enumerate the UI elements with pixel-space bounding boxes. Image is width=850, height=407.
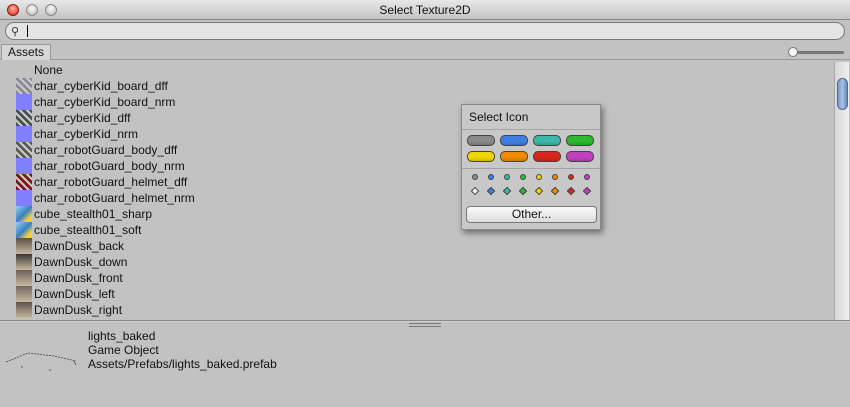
list-item-label: char_robotGuard_body_dff bbox=[34, 143, 178, 157]
text-caret bbox=[27, 25, 28, 37]
label-icon-2[interactable] bbox=[533, 135, 561, 146]
dot-icon-0[interactable] bbox=[472, 174, 478, 180]
diamond-icon-1[interactable] bbox=[486, 186, 496, 196]
list-item-label: DawnDusk_back bbox=[34, 239, 125, 253]
preview-path: Assets/Prefabs/lights_baked.prefab bbox=[88, 357, 277, 371]
list-item-label: cube_stealth01_sharp bbox=[34, 207, 153, 221]
list-item-label: char_robotGuard_helmet_dff bbox=[34, 175, 188, 189]
label-icon-3[interactable] bbox=[566, 135, 594, 146]
dot-icon-5[interactable] bbox=[552, 174, 558, 180]
dot-icon-6[interactable] bbox=[568, 174, 574, 180]
list-item-label: cube_stealth01_soft bbox=[34, 223, 142, 237]
diamond-icon-3[interactable] bbox=[518, 186, 528, 196]
list-item[interactable]: cube_stealth01_soft bbox=[0, 222, 834, 238]
list-item-label: char_robotGuard_body_nrm bbox=[34, 159, 185, 173]
list-item[interactable]: DawnDusk_front bbox=[0, 270, 834, 286]
dot-icon-4[interactable] bbox=[536, 174, 542, 180]
tab-assets[interactable]: Assets bbox=[1, 44, 52, 60]
list-item[interactable]: char_cyberKid_nrm bbox=[0, 126, 834, 142]
list-item[interactable]: char_cyberKid_dff bbox=[0, 110, 834, 126]
divider bbox=[462, 129, 600, 130]
list-item[interactable]: char_cyberKid_board_dff bbox=[0, 78, 834, 94]
diamond-icon-2[interactable] bbox=[502, 186, 512, 196]
search-icon: ⚲ bbox=[11, 26, 20, 38]
divider bbox=[462, 168, 600, 169]
zoom-slider-handle[interactable] bbox=[788, 47, 798, 57]
zoom-slider[interactable] bbox=[792, 51, 844, 54]
skybox-thumbnail-icon bbox=[16, 286, 32, 302]
list-item-label: DawnDusk_front bbox=[34, 271, 123, 285]
normal-map-thumbnail-icon bbox=[16, 158, 32, 174]
popup-title: Select Icon bbox=[469, 110, 529, 124]
list-item[interactable]: char_robotGuard_helmet_nrm bbox=[0, 190, 834, 206]
zoom-button[interactable] bbox=[45, 4, 57, 16]
list-item-label: char_cyberKid_nrm bbox=[34, 127, 139, 141]
normal-map-thumbnail-icon bbox=[16, 94, 32, 110]
skybox-thumbnail-icon bbox=[16, 238, 32, 254]
label-icon-7[interactable] bbox=[566, 151, 594, 162]
dot-icon-1[interactable] bbox=[488, 174, 494, 180]
vertical-scrollbar[interactable] bbox=[834, 62, 849, 320]
tab-bar: Assets bbox=[0, 44, 850, 60]
list-item[interactable]: DawnDusk_left bbox=[0, 286, 834, 302]
preview-divider[interactable] bbox=[0, 320, 850, 322]
skybox-thumbnail-icon bbox=[16, 270, 32, 286]
diamond-icon-7[interactable] bbox=[582, 186, 592, 196]
diamond-icon-6[interactable] bbox=[566, 186, 576, 196]
dot-icon-3[interactable] bbox=[520, 174, 526, 180]
list-item-label: DawnDusk_right bbox=[34, 303, 123, 317]
list-item[interactable]: DawnDusk_right bbox=[0, 302, 834, 318]
list-item-label: char_cyberKid_board_nrm bbox=[34, 95, 176, 109]
list-item-label: char_cyberKid_board_dff bbox=[34, 79, 168, 93]
list-item-label: char_cyberKid_dff bbox=[34, 111, 131, 125]
dot-icon-7[interactable] bbox=[584, 174, 590, 180]
cube-thumbnail-icon bbox=[16, 222, 32, 238]
list-item[interactable]: cube_stealth01_sharp bbox=[0, 206, 834, 222]
diamond-icon-5[interactable] bbox=[550, 186, 560, 196]
normal-map-thumbnail-icon bbox=[16, 190, 32, 206]
label-icon-0[interactable] bbox=[467, 135, 495, 146]
dot-icon-2[interactable] bbox=[504, 174, 510, 180]
cube-thumbnail-icon bbox=[16, 206, 32, 222]
list-item-label: None bbox=[34, 63, 63, 77]
diamond-icon-4[interactable] bbox=[534, 186, 544, 196]
preview-type: Game Object bbox=[88, 343, 159, 357]
window-title: Select Texture2D bbox=[379, 3, 471, 17]
list-item[interactable]: char_robotGuard_helmet_dff bbox=[0, 174, 834, 190]
normal-map-thumbnail-icon bbox=[16, 126, 32, 142]
label-icon-1[interactable] bbox=[500, 135, 528, 146]
label-icon-6[interactable] bbox=[533, 151, 561, 162]
texture-thumbnail-icon bbox=[16, 78, 32, 94]
preview-name: lights_baked bbox=[88, 329, 156, 343]
list-item-label: char_robotGuard_helmet_nrm bbox=[34, 191, 195, 205]
texture-thumbnail-icon bbox=[16, 174, 32, 190]
other-button[interactable]: Other... bbox=[466, 206, 597, 223]
search-input[interactable]: ⚲ bbox=[5, 22, 845, 40]
list-item[interactable]: char_cyberKid_board_nrm bbox=[0, 94, 834, 110]
list-item[interactable]: char_robotGuard_body_dff bbox=[0, 142, 834, 158]
close-button[interactable] bbox=[7, 4, 19, 16]
skybox-thumbnail-icon bbox=[16, 254, 32, 270]
skybox-thumbnail-icon bbox=[16, 302, 32, 318]
list-item[interactable]: DawnDusk_down bbox=[0, 254, 834, 270]
label-icon-5[interactable] bbox=[500, 151, 528, 162]
label-icon-4[interactable] bbox=[467, 151, 495, 162]
asset-list: None char_cyberKid_board_dff char_cyberKid… bbox=[0, 62, 834, 320]
prefab-preview-thumbnail bbox=[5, 352, 77, 371]
list-item-label: DawnDusk_left bbox=[34, 287, 115, 301]
list-item-label: DawnDusk_down bbox=[34, 255, 128, 269]
scrollbar-thumb[interactable] bbox=[837, 78, 848, 110]
title-bar: Select Texture2D bbox=[0, 0, 850, 20]
list-item[interactable]: DawnDusk_back bbox=[0, 238, 834, 254]
select-icon-popup: Select Icon Other... bbox=[461, 104, 601, 230]
preview-panel: lights_baked Game Object Assets/Prefabs/… bbox=[0, 324, 850, 407]
diamond-icon-0[interactable] bbox=[470, 186, 480, 196]
texture-thumbnail-icon bbox=[16, 142, 32, 158]
list-item[interactable]: char_robotGuard_body_nrm bbox=[0, 158, 834, 174]
list-item[interactable]: None bbox=[0, 62, 834, 78]
texture-thumbnail-icon bbox=[16, 110, 32, 126]
minimize-button[interactable] bbox=[26, 4, 38, 16]
